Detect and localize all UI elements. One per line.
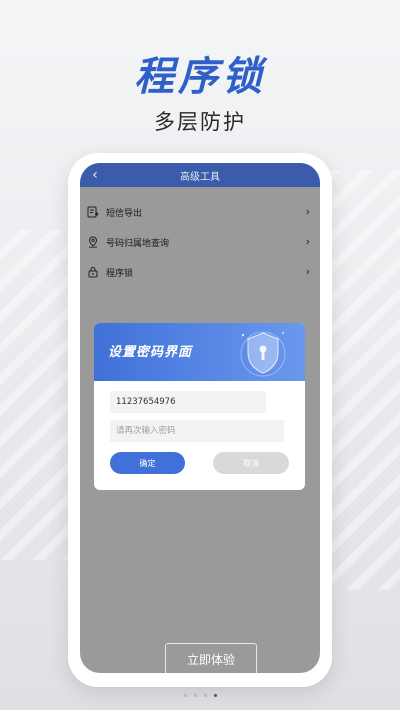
chevron-right-icon: › [305,235,310,248]
lock-icon [86,265,100,279]
chevron-right-icon: › [305,265,310,278]
password-input[interactable] [110,391,266,413]
app-header-title: 高级工具 [180,171,220,183]
menu-item-number-location[interactable]: 号码归属地查询 › [80,227,320,257]
page-indicator [0,694,400,697]
menu-item-label: 短信导出 [106,208,143,219]
promo-subtitle: 多层防护 [154,110,246,134]
shield-icon [240,331,286,377]
confirm-password-input[interactable] [110,420,284,442]
sms-export-icon [86,205,100,219]
menu-item-label: 号码归属地查询 [106,238,170,249]
back-button[interactable]: ‹ [86,163,104,187]
chevron-right-icon: › [305,205,310,218]
menu-item-app-lock[interactable]: 程序锁 › [80,257,320,287]
dialog-title: 设置密码界面 [108,345,193,360]
chevron-left-icon: ‹ [92,167,98,183]
dialog-header: 设置密码界面 [94,323,305,381]
location-pin-icon [86,235,100,249]
set-password-dialog: 设置密码界面 确定 取消 [94,323,305,490]
app-header: ‹ 高级工具 [80,163,320,187]
phone-screen: ‹ 高级工具 短信导出 › 号码归属地查询 › 程序锁 › 设置密码界面 112… [80,163,320,673]
menu-item-sms-export[interactable]: 短信导出 › [80,197,320,227]
promo-title: 程序锁 [134,54,266,100]
phone-frame: ‹ 高级工具 短信导出 › 号码归属地查询 › 程序锁 › 设置密码界面 112… [68,153,332,687]
try-now-button[interactable]: 立即体验 [165,643,257,673]
menu-item-label: 程序锁 [106,268,134,279]
page-dot[interactable] [203,694,207,697]
page-dot-active[interactable] [213,694,217,697]
page-dot[interactable] [183,694,187,697]
confirm-button[interactable]: 确定 [110,452,185,474]
cancel-button[interactable]: 取消 [213,452,289,474]
page-dot[interactable] [193,694,197,697]
